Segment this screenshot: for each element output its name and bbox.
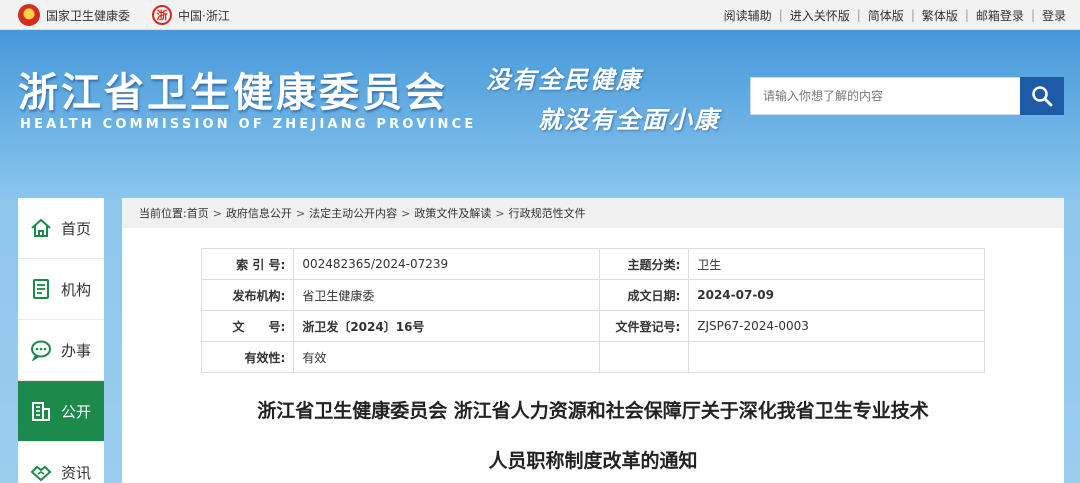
chat-icon: [29, 338, 53, 362]
meta-key: [599, 341, 690, 373]
meta-value: 省卫生健康委: [293, 279, 601, 311]
handshake-icon: [29, 460, 53, 483]
national-health-link[interactable]: 国家卫生健康委: [46, 7, 130, 24]
document-title-line-1: 浙江省卫生健康委员会 浙江省人力资源和社会保障厅关于深化我省卫生专业技术: [257, 400, 929, 422]
top-bar: 国家卫生健康委 浙 中国·浙江 阅读辅助 | 进入关怀版 | 简体版 | 繁体版…: [0, 0, 1080, 30]
meta-key: 索 引 号:: [200, 248, 295, 280]
meta-key: 有效性:: [200, 341, 295, 373]
meta-key: 主题分类:: [599, 248, 690, 280]
breadcrumb-link[interactable]: 法定主动公开内容: [309, 205, 397, 221]
building-icon: [29, 399, 53, 423]
slogan-line-2: 就没有全面小康: [538, 105, 720, 134]
table-row: 有效性: 有效: [200, 341, 985, 373]
national-emblem-icon: [18, 4, 40, 26]
zhejiang-link[interactable]: 中国·浙江: [178, 7, 230, 24]
document-meta-table: 索 引 号: 002482365/2024-07239 主题分类: 卫生 发布机…: [200, 248, 985, 373]
sidebar-item-news[interactable]: 资讯: [18, 442, 104, 483]
reading-aid-link[interactable]: 阅读辅助: [724, 7, 772, 24]
sidebar-item-label: 办事: [61, 341, 92, 360]
breadcrumb: 当前位置: 首页 > 政府信息公开 > 法定主动公开内容 > 政策文件及解读 >…: [122, 198, 1064, 228]
main-content: 当前位置: 首页 > 政府信息公开 > 法定主动公开内容 > 政策文件及解读 >…: [122, 198, 1064, 483]
sidebar-item-label: 公开: [61, 402, 92, 421]
breadcrumb-link[interactable]: 政策文件及解读: [414, 205, 491, 221]
document-title-line-2: 人员职称制度改革的通知: [488, 450, 698, 472]
meta-key: 文件登记号:: [599, 310, 690, 342]
site-subtitle: HEALTH COMMISSION OF ZHEJIANG PROVINCE: [20, 117, 477, 132]
search-button[interactable]: [1020, 77, 1064, 115]
mail-login-link[interactable]: 邮箱登录: [976, 7, 1024, 24]
sidebar-item-label: 资讯: [61, 463, 92, 482]
table-row: 发布机构: 省卫生健康委 成文日期: 2024-07-09: [200, 279, 985, 311]
sidebar-item-service[interactable]: 办事: [18, 320, 104, 381]
search-input[interactable]: [751, 78, 1020, 114]
sidebar-item-label: 首页: [61, 219, 92, 238]
breadcrumb-prefix: 当前位置:: [139, 207, 187, 220]
breadcrumb-separator: >: [212, 206, 222, 220]
sidebar-item-org[interactable]: 机构: [18, 259, 104, 320]
meta-key: 文 号:: [200, 310, 295, 342]
traditional-link[interactable]: 繁体版: [922, 7, 958, 24]
sidebar-item-label: 机构: [61, 280, 92, 299]
breadcrumb-link[interactable]: 行政规范性文件: [509, 205, 586, 221]
breadcrumb-separator: >: [495, 206, 505, 220]
divider: |: [778, 8, 783, 22]
divider: |: [856, 8, 861, 22]
meta-key: 发布机构:: [200, 279, 295, 311]
site-header: 浙江省卫生健康委员会 HEALTH COMMISSION OF ZHEJIANG…: [0, 30, 1080, 170]
breadcrumb-separator: >: [401, 206, 411, 220]
search-box: [750, 77, 1064, 115]
sidebar-item-public[interactable]: 公开: [18, 381, 104, 442]
slogan-line-1: 没有全民健康: [486, 65, 642, 94]
meta-value: [688, 341, 985, 373]
divider: |: [910, 8, 915, 22]
divider: |: [1030, 8, 1035, 22]
search-icon: [1032, 86, 1053, 107]
divider: |: [964, 8, 969, 22]
sidebar-item-home[interactable]: 首页: [18, 198, 104, 259]
meta-value: 2024-07-09: [688, 279, 985, 311]
site-title[interactable]: 浙江省卫生健康委员会: [18, 60, 448, 118]
meta-value: 浙卫发〔2024〕16号: [293, 310, 601, 342]
breadcrumb-link[interactable]: 政府信息公开: [226, 205, 292, 221]
sidebar-nav: 首页 机构 办事 公开 资讯: [18, 198, 104, 483]
meta-value: 有效: [293, 341, 601, 373]
zhejiang-logo-icon: 浙: [152, 5, 173, 25]
home-icon: [29, 216, 53, 240]
breadcrumb-link[interactable]: 首页: [187, 205, 209, 221]
meta-value: ZJSP67-2024-0003: [688, 310, 985, 342]
simplified-link[interactable]: 简体版: [868, 7, 904, 24]
login-link[interactable]: 登录: [1042, 7, 1066, 24]
meta-value: 002482365/2024-07239: [293, 248, 601, 280]
care-version-link[interactable]: 进入关怀版: [790, 7, 850, 24]
table-row: 文 号: 浙卫发〔2024〕16号 文件登记号: ZJSP67-2024-000…: [200, 310, 985, 342]
org-icon: [29, 277, 53, 301]
table-row: 索 引 号: 002482365/2024-07239 主题分类: 卫生: [200, 248, 985, 280]
breadcrumb-separator: >: [295, 206, 306, 220]
meta-value: 卫生: [688, 248, 985, 280]
top-links: 阅读辅助 | 进入关怀版 | 简体版 | 繁体版 | 邮箱登录 | 登录: [724, 0, 1066, 30]
meta-key: 成文日期:: [599, 279, 690, 311]
